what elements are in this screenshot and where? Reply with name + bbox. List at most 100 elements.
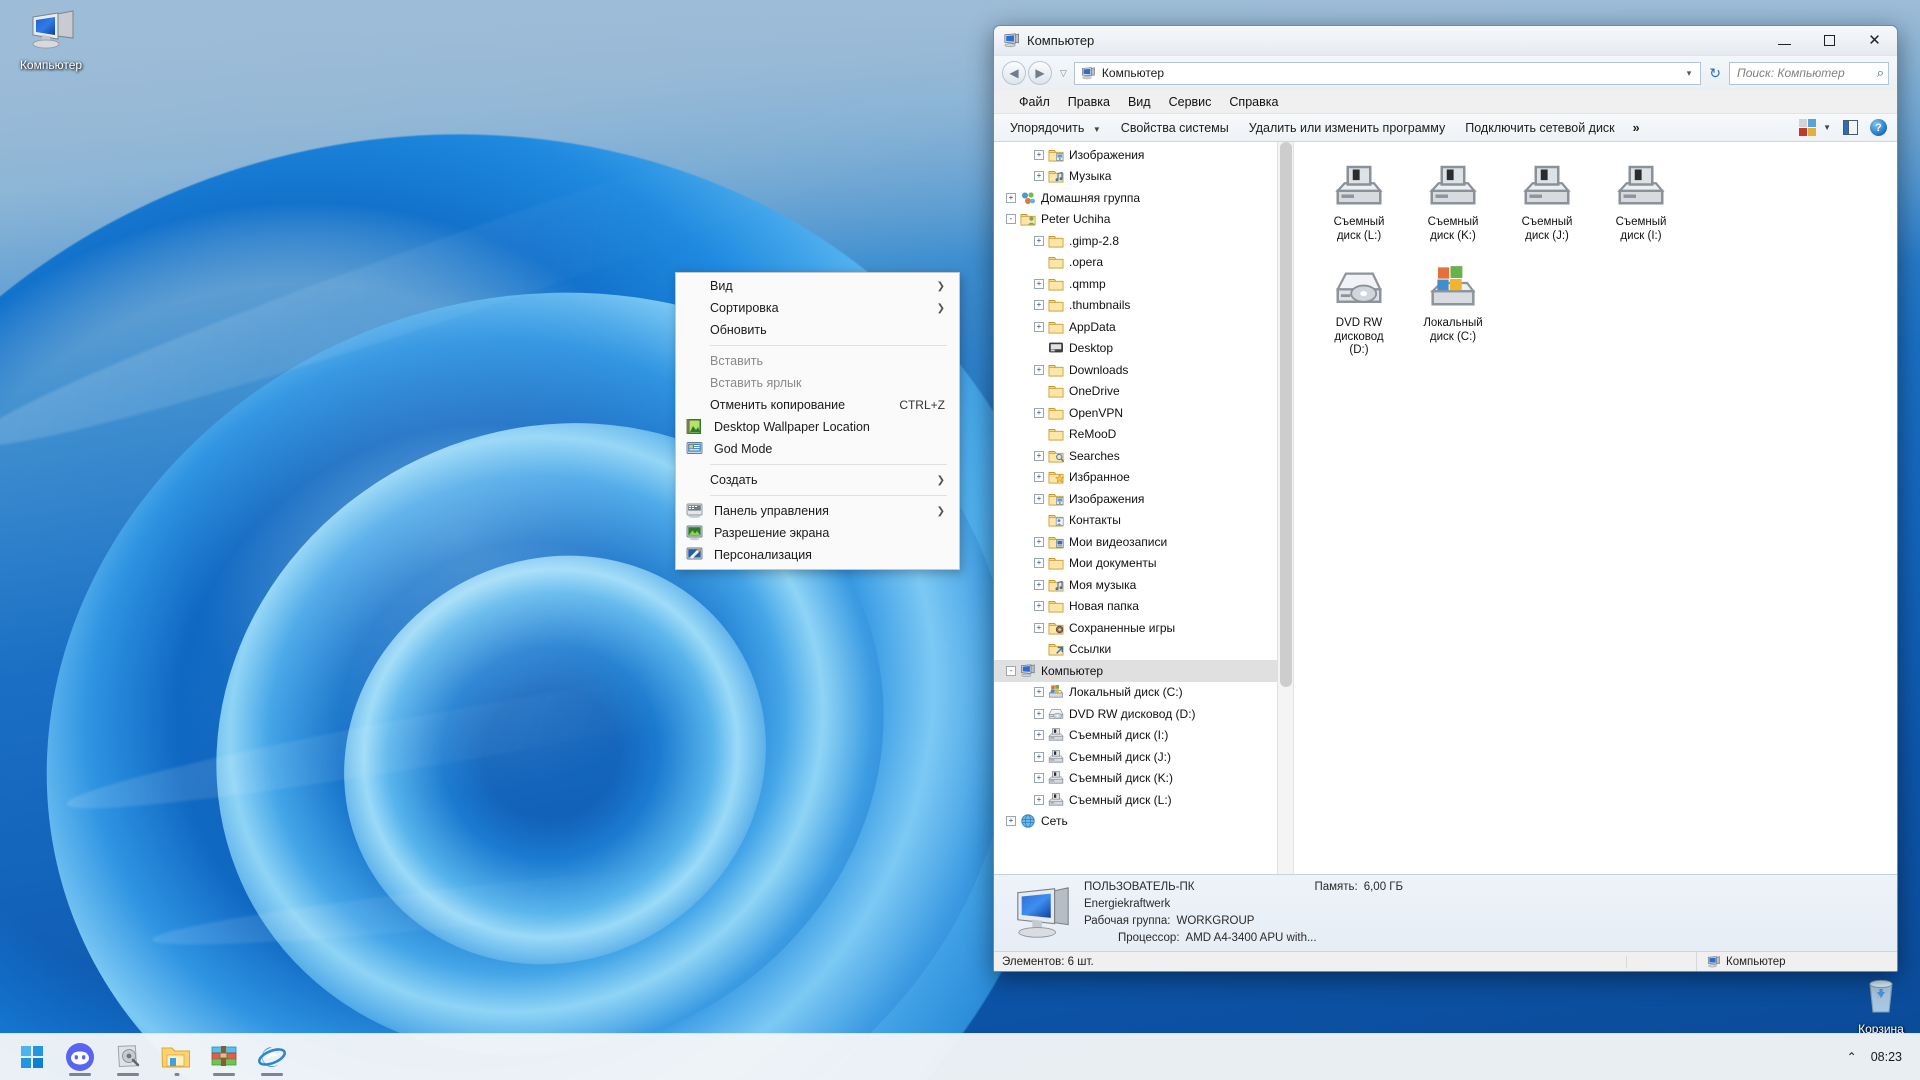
expand-icon[interactable]: +: [1034, 601, 1044, 612]
tree-item[interactable]: + Изображения: [994, 488, 1293, 510]
tree-item[interactable]: + Downloads: [994, 359, 1293, 381]
expand-icon[interactable]: +: [1034, 730, 1044, 741]
discord-button[interactable]: [56, 1036, 104, 1078]
tree-item[interactable]: + Избранное: [994, 467, 1293, 489]
expand-icon[interactable]: +: [1034, 794, 1044, 805]
desktop-icon-recycle-bin[interactable]: Корзина: [1838, 968, 1920, 1036]
system-properties-button[interactable]: Свойства системы: [1111, 117, 1239, 139]
tree-item[interactable]: + Изображения: [994, 144, 1293, 166]
tree-item[interactable]: + Моя музыка: [994, 574, 1293, 596]
tree-item[interactable]: + DVD RW дисковод (D:): [994, 703, 1293, 725]
expand-icon[interactable]: +: [1034, 622, 1044, 633]
map-network-drive-button[interactable]: Подключить сетевой диск: [1455, 117, 1624, 139]
expand-icon[interactable]: +: [1034, 278, 1044, 289]
menu-bar[interactable]: Файл Правка Вид Сервис Справка: [994, 90, 1897, 113]
search-input[interactable]: Поиск: Компьютер ⌕: [1729, 61, 1889, 85]
tree-item[interactable]: + Локальный диск (C:): [994, 682, 1293, 704]
chevron-up-icon[interactable]: ⌃: [1847, 1050, 1857, 1064]
tree-item[interactable]: + Съемный диск (L:): [994, 789, 1293, 811]
tree-item[interactable]: + Мои документы: [994, 553, 1293, 575]
drive-list[interactable]: Съемный диск (L:) Съемный диск (K:) Съемный д…: [1312, 158, 1897, 374]
search-icon[interactable]: ⌕: [1877, 65, 1884, 81]
change-view-icon[interactable]: [1799, 119, 1817, 136]
expand-icon[interactable]: +: [1034, 579, 1044, 590]
organize-button[interactable]: Упорядочить ▼: [1000, 117, 1111, 139]
explorer-window[interactable]: Компьютер ✕ ◀ ▶ ▽ Компьютер ▾ ↻ Поиск: К…: [993, 25, 1898, 972]
tree-item[interactable]: .opera: [994, 252, 1293, 274]
expand-icon[interactable]: +: [1034, 364, 1044, 375]
minimize-button[interactable]: [1762, 26, 1807, 56]
drive-item[interactable]: Съемный диск (K:): [1407, 158, 1499, 243]
uninstall-change-program-button[interactable]: Удалить или изменить программу: [1239, 117, 1456, 139]
expand-icon[interactable]: +: [1034, 751, 1044, 762]
context-menu-item[interactable]: Разрешение экрана: [676, 522, 959, 544]
tree-item[interactable]: + Съемный диск (I:): [994, 725, 1293, 747]
tree-item[interactable]: Ссылки: [994, 639, 1293, 661]
toolbar[interactable]: Упорядочить ▼ Свойства системы Удалить и…: [994, 113, 1897, 142]
expand-icon[interactable]: +: [1034, 687, 1044, 698]
nav-pane-scrollbar[interactable]: [1277, 142, 1293, 874]
tree-item[interactable]: + Музыка: [994, 166, 1293, 188]
taskbar[interactable]: ⌃ 08:23: [0, 1033, 1920, 1080]
menu-edit[interactable]: Правка: [1059, 93, 1119, 111]
address-bar-row[interactable]: ◀ ▶ ▽ Компьютер ▾ ↻ Поиск: Компьютер ⌕: [994, 56, 1897, 90]
toolbar-overflow-button[interactable]: »: [1625, 117, 1648, 139]
window-titlebar[interactable]: Компьютер ✕: [994, 26, 1897, 56]
expand-icon[interactable]: +: [1034, 149, 1044, 160]
clock[interactable]: 08:23: [1871, 1050, 1902, 1064]
context-menu-item[interactable]: Персонализация: [676, 544, 959, 566]
drive-item[interactable]: Съемный диск (J:): [1501, 158, 1593, 243]
menu-view[interactable]: Вид: [1119, 93, 1160, 111]
context-menu-item[interactable]: Вид ❯: [676, 275, 959, 297]
expand-icon[interactable]: +: [1034, 450, 1044, 461]
winrar-button[interactable]: [200, 1036, 248, 1078]
expand-icon[interactable]: +: [1034, 321, 1044, 332]
context-menu-item[interactable]: Панель управления ❯: [676, 500, 959, 522]
context-menu-item[interactable]: Обновить: [676, 319, 959, 341]
start-button[interactable]: [8, 1036, 56, 1078]
tree-item[interactable]: - Peter Uchiha: [994, 209, 1293, 231]
context-menu-item[interactable]: Desktop Wallpaper Location: [676, 416, 959, 438]
tree-item[interactable]: + Сохраненные игры: [994, 617, 1293, 639]
folder-tree[interactable]: + Изображения + Музыка + Домашняя группа - Pete…: [994, 142, 1293, 832]
scrollbar-thumb[interactable]: [1280, 142, 1292, 687]
context-menu-item[interactable]: God Mode: [676, 438, 959, 460]
expand-icon[interactable]: +: [1034, 472, 1044, 483]
expand-icon[interactable]: +: [1034, 407, 1044, 418]
music-player-button[interactable]: [104, 1036, 152, 1078]
tree-item[interactable]: + Мои видеозаписи: [994, 531, 1293, 553]
preview-pane-icon[interactable]: [1843, 120, 1858, 135]
system-tray[interactable]: ⌃ 08:23: [1847, 1050, 1920, 1064]
file-explorer-button[interactable]: [152, 1036, 200, 1078]
tree-item[interactable]: + Домашняя группа: [994, 187, 1293, 209]
tree-item[interactable]: + .qmmp: [994, 273, 1293, 295]
drive-item[interactable]: Съемный диск (I:): [1595, 158, 1687, 243]
tree-item[interactable]: + .thumbnails: [994, 295, 1293, 317]
toolbar-right-group[interactable]: ▼ ?: [1799, 119, 1891, 136]
expand-icon[interactable]: +: [1034, 235, 1044, 246]
context-menu-item[interactable]: Создать ❯: [676, 469, 959, 491]
expand-icon[interactable]: +: [1034, 708, 1044, 719]
tree-item[interactable]: Desktop: [994, 338, 1293, 360]
back-button[interactable]: ◀: [1002, 61, 1026, 85]
expand-icon[interactable]: +: [1034, 773, 1044, 784]
desktop-context-menu[interactable]: Вид ❯ Сортировка ❯ Обновить Вставить Вставить …: [675, 272, 960, 570]
expand-icon[interactable]: +: [1006, 192, 1016, 203]
expand-icon[interactable]: +: [1034, 493, 1044, 504]
address-dropdown-caret-icon[interactable]: ▾: [1682, 68, 1697, 79]
tree-item[interactable]: ReMooD: [994, 424, 1293, 446]
expand-icon[interactable]: +: [1034, 536, 1044, 547]
tree-item[interactable]: Контакты: [994, 510, 1293, 532]
taskbar-buttons[interactable]: [0, 1036, 296, 1078]
menu-help[interactable]: Справка: [1220, 93, 1287, 111]
navigation-pane[interactable]: + Изображения + Музыка + Домашняя группа - Pete…: [994, 142, 1294, 874]
expand-icon[interactable]: +: [1034, 558, 1044, 569]
internet-explorer-button[interactable]: [248, 1036, 296, 1078]
close-button[interactable]: ✕: [1852, 26, 1897, 56]
expand-icon[interactable]: +: [1006, 816, 1016, 827]
context-menu-item[interactable]: Отменить копирование CTRL+Z: [676, 394, 959, 416]
maximize-button[interactable]: [1807, 26, 1852, 56]
tree-item[interactable]: + Съемный диск (K:): [994, 768, 1293, 790]
help-icon[interactable]: ?: [1870, 119, 1887, 136]
address-input[interactable]: Компьютер ▾: [1073, 61, 1702, 85]
